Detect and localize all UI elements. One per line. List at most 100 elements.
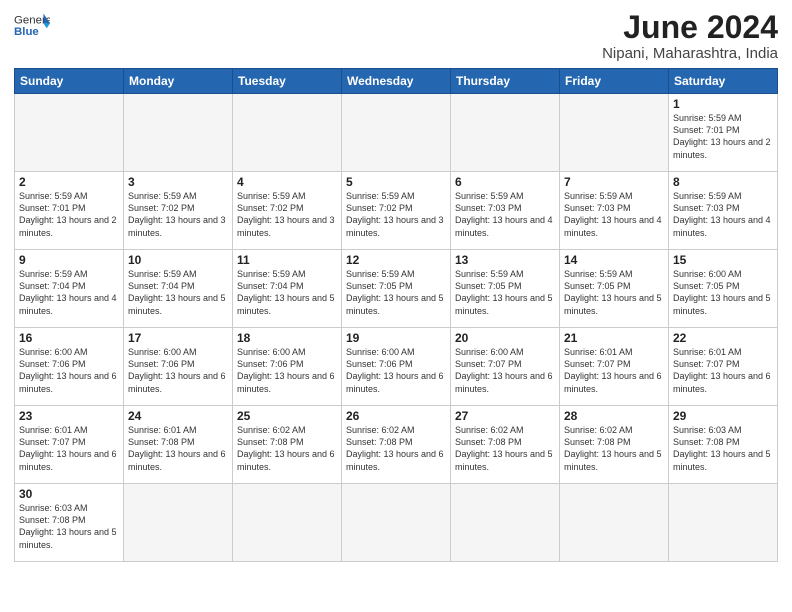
- location-subtitle: Nipani, Maharashtra, India: [602, 45, 778, 62]
- table-row: 23Sunrise: 6:01 AM Sunset: 7:07 PM Dayli…: [15, 406, 124, 484]
- table-row: 12Sunrise: 5:59 AM Sunset: 7:05 PM Dayli…: [342, 250, 451, 328]
- calendar-body: 1Sunrise: 5:59 AM Sunset: 7:01 PM Daylig…: [15, 94, 778, 562]
- table-row: [124, 94, 233, 172]
- table-row: 17Sunrise: 6:00 AM Sunset: 7:06 PM Dayli…: [124, 328, 233, 406]
- calendar-header: Sunday Monday Tuesday Wednesday Thursday…: [15, 69, 778, 94]
- table-row: 5Sunrise: 5:59 AM Sunset: 7:02 PM Daylig…: [342, 172, 451, 250]
- day-number: 1: [673, 97, 773, 111]
- day-info: Sunrise: 6:02 AM Sunset: 7:08 PM Dayligh…: [455, 424, 555, 473]
- day-info: Sunrise: 6:01 AM Sunset: 7:07 PM Dayligh…: [19, 424, 119, 473]
- day-info: Sunrise: 6:00 AM Sunset: 7:06 PM Dayligh…: [128, 346, 228, 395]
- table-row: 28Sunrise: 6:02 AM Sunset: 7:08 PM Dayli…: [560, 406, 669, 484]
- day-number: 4: [237, 175, 337, 189]
- day-info: Sunrise: 5:59 AM Sunset: 7:01 PM Dayligh…: [19, 190, 119, 239]
- day-number: 21: [564, 331, 664, 345]
- day-number: 10: [128, 253, 228, 267]
- table-row: 27Sunrise: 6:02 AM Sunset: 7:08 PM Dayli…: [451, 406, 560, 484]
- day-info: Sunrise: 6:00 AM Sunset: 7:07 PM Dayligh…: [455, 346, 555, 395]
- day-info: Sunrise: 5:59 AM Sunset: 7:03 PM Dayligh…: [455, 190, 555, 239]
- table-row: 9Sunrise: 5:59 AM Sunset: 7:04 PM Daylig…: [15, 250, 124, 328]
- table-row: [560, 94, 669, 172]
- table-row: [233, 94, 342, 172]
- day-number: 24: [128, 409, 228, 423]
- table-row: 10Sunrise: 5:59 AM Sunset: 7:04 PM Dayli…: [124, 250, 233, 328]
- table-row: 11Sunrise: 5:59 AM Sunset: 7:04 PM Dayli…: [233, 250, 342, 328]
- generalblue-logo-icon: General Blue: [14, 10, 50, 40]
- day-number: 8: [673, 175, 773, 189]
- day-info: Sunrise: 5:59 AM Sunset: 7:02 PM Dayligh…: [237, 190, 337, 239]
- day-number: 9: [19, 253, 119, 267]
- day-number: 3: [128, 175, 228, 189]
- day-number: 15: [673, 253, 773, 267]
- day-info: Sunrise: 6:00 AM Sunset: 7:06 PM Dayligh…: [19, 346, 119, 395]
- table-row: 18Sunrise: 6:00 AM Sunset: 7:06 PM Dayli…: [233, 328, 342, 406]
- day-info: Sunrise: 6:03 AM Sunset: 7:08 PM Dayligh…: [673, 424, 773, 473]
- header-monday: Monday: [124, 69, 233, 94]
- table-row: [342, 484, 451, 562]
- day-number: 7: [564, 175, 664, 189]
- day-info: Sunrise: 6:01 AM Sunset: 7:07 PM Dayligh…: [564, 346, 664, 395]
- table-row: 6Sunrise: 5:59 AM Sunset: 7:03 PM Daylig…: [451, 172, 560, 250]
- day-number: 26: [346, 409, 446, 423]
- table-row: 30Sunrise: 6:03 AM Sunset: 7:08 PM Dayli…: [15, 484, 124, 562]
- table-row: [669, 484, 778, 562]
- day-info: Sunrise: 6:01 AM Sunset: 7:07 PM Dayligh…: [673, 346, 773, 395]
- table-row: [15, 94, 124, 172]
- header-tuesday: Tuesday: [233, 69, 342, 94]
- day-number: 30: [19, 487, 119, 501]
- table-row: 4Sunrise: 5:59 AM Sunset: 7:02 PM Daylig…: [233, 172, 342, 250]
- header-friday: Friday: [560, 69, 669, 94]
- table-row: [451, 484, 560, 562]
- day-number: 25: [237, 409, 337, 423]
- table-row: [124, 484, 233, 562]
- day-number: 13: [455, 253, 555, 267]
- day-number: 27: [455, 409, 555, 423]
- day-info: Sunrise: 6:02 AM Sunset: 7:08 PM Dayligh…: [237, 424, 337, 473]
- page: General Blue June 2024 Nipani, Maharasht…: [0, 0, 792, 612]
- table-row: 2Sunrise: 5:59 AM Sunset: 7:01 PM Daylig…: [15, 172, 124, 250]
- day-number: 16: [19, 331, 119, 345]
- day-number: 29: [673, 409, 773, 423]
- day-info: Sunrise: 5:59 AM Sunset: 7:03 PM Dayligh…: [564, 190, 664, 239]
- logo: General Blue: [14, 10, 52, 40]
- header-thursday: Thursday: [451, 69, 560, 94]
- table-row: 14Sunrise: 5:59 AM Sunset: 7:05 PM Dayli…: [560, 250, 669, 328]
- day-info: Sunrise: 5:59 AM Sunset: 7:04 PM Dayligh…: [237, 268, 337, 317]
- table-row: [560, 484, 669, 562]
- day-number: 11: [237, 253, 337, 267]
- day-number: 18: [237, 331, 337, 345]
- day-info: Sunrise: 6:02 AM Sunset: 7:08 PM Dayligh…: [346, 424, 446, 473]
- table-row: 19Sunrise: 6:00 AM Sunset: 7:06 PM Dayli…: [342, 328, 451, 406]
- table-row: 22Sunrise: 6:01 AM Sunset: 7:07 PM Dayli…: [669, 328, 778, 406]
- table-row: 26Sunrise: 6:02 AM Sunset: 7:08 PM Dayli…: [342, 406, 451, 484]
- day-number: 28: [564, 409, 664, 423]
- table-row: 1Sunrise: 5:59 AM Sunset: 7:01 PM Daylig…: [669, 94, 778, 172]
- weekday-header-row: Sunday Monday Tuesday Wednesday Thursday…: [15, 69, 778, 94]
- table-row: 8Sunrise: 5:59 AM Sunset: 7:03 PM Daylig…: [669, 172, 778, 250]
- day-number: 17: [128, 331, 228, 345]
- day-info: Sunrise: 5:59 AM Sunset: 7:01 PM Dayligh…: [673, 112, 773, 161]
- day-number: 12: [346, 253, 446, 267]
- day-info: Sunrise: 6:01 AM Sunset: 7:08 PM Dayligh…: [128, 424, 228, 473]
- table-row: [233, 484, 342, 562]
- table-row: 13Sunrise: 5:59 AM Sunset: 7:05 PM Dayli…: [451, 250, 560, 328]
- title-block: June 2024 Nipani, Maharashtra, India: [602, 10, 778, 62]
- day-info: Sunrise: 5:59 AM Sunset: 7:02 PM Dayligh…: [346, 190, 446, 239]
- day-number: 2: [19, 175, 119, 189]
- header: General Blue June 2024 Nipani, Maharasht…: [14, 10, 778, 62]
- table-row: 15Sunrise: 6:00 AM Sunset: 7:05 PM Dayli…: [669, 250, 778, 328]
- header-sunday: Sunday: [15, 69, 124, 94]
- day-info: Sunrise: 6:02 AM Sunset: 7:08 PM Dayligh…: [564, 424, 664, 473]
- day-info: Sunrise: 6:00 AM Sunset: 7:05 PM Dayligh…: [673, 268, 773, 317]
- day-number: 19: [346, 331, 446, 345]
- table-row: 25Sunrise: 6:02 AM Sunset: 7:08 PM Dayli…: [233, 406, 342, 484]
- svg-text:Blue: Blue: [14, 26, 39, 38]
- day-number: 6: [455, 175, 555, 189]
- table-row: 20Sunrise: 6:00 AM Sunset: 7:07 PM Dayli…: [451, 328, 560, 406]
- day-info: Sunrise: 6:03 AM Sunset: 7:08 PM Dayligh…: [19, 502, 119, 551]
- table-row: 21Sunrise: 6:01 AM Sunset: 7:07 PM Dayli…: [560, 328, 669, 406]
- day-info: Sunrise: 5:59 AM Sunset: 7:04 PM Dayligh…: [128, 268, 228, 317]
- day-number: 20: [455, 331, 555, 345]
- table-row: [342, 94, 451, 172]
- day-info: Sunrise: 6:00 AM Sunset: 7:06 PM Dayligh…: [346, 346, 446, 395]
